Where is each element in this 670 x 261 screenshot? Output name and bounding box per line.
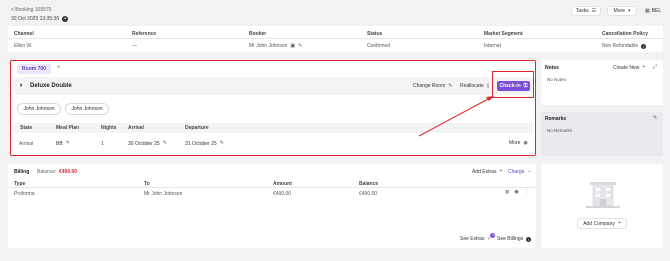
create-note-button[interactable]: Create New + (613, 64, 646, 72)
see-extras-label: See Extras (460, 236, 485, 242)
bill-amount-value: €490.00 (273, 191, 292, 197)
charge-button[interactable]: Charge ⌄ (508, 168, 532, 176)
bill-type-value: Proforma (14, 191, 35, 197)
info-icon: i (526, 236, 532, 242)
plus-icon: + (642, 64, 646, 70)
globe-icon[interactable]: ◍ (505, 190, 509, 195)
plus-icon: + (499, 168, 503, 174)
charge-label: Charge (508, 169, 525, 175)
add-company-button[interactable]: Add Company + (577, 218, 627, 229)
bill-balance-value: €490.00 (359, 191, 378, 197)
billing-panel: Billing Balance: €490.00 Add Extras + Ch… (8, 164, 536, 248)
edit-icon[interactable]: ✎ (653, 116, 657, 121)
chevron-down-icon: ⌄ (527, 168, 532, 174)
extras-count-badge: 0 (490, 232, 496, 238)
company-panel: Add Company + (541, 164, 663, 248)
see-billings-button[interactable]: See Billings i (497, 236, 532, 242)
balance-label: Balance: (37, 169, 57, 175)
company-illustration (586, 182, 620, 208)
add-company-label: Add Company (583, 220, 615, 227)
bill-row-actions: ◍ ◉ ⋮ (505, 190, 529, 195)
notes-panel: Notes Create New + ⤢ No Notes (541, 60, 663, 105)
create-new-label: Create New (613, 65, 640, 71)
bill-to-value: Mr John Johnson (144, 191, 183, 197)
add-extras-label: Add Extras (472, 169, 497, 175)
remarks-empty: No Remarks (547, 128, 573, 133)
plus-icon: + (617, 220, 621, 226)
see-billings-label: See Billings (497, 236, 524, 242)
eye-icon[interactable]: ◉ (514, 190, 518, 195)
filter-icon: ▿ 0 (487, 232, 496, 242)
remarks-title: Remarks (545, 116, 567, 122)
remarks-panel: Remarks ✎ No Remarks (541, 112, 663, 156)
expand-icon[interactable]: ⤢ (653, 65, 657, 70)
see-extras-button[interactable]: See Extras ▿ 0 (460, 232, 496, 242)
kebab-menu-icon[interactable]: ⋮ (524, 190, 529, 195)
billing-title: Billing (14, 169, 30, 175)
balance-value: €490.00 (59, 169, 78, 175)
notes-title: Notes (545, 65, 559, 71)
divider (8, 187, 536, 188)
notes-empty: No Notes (547, 77, 566, 82)
add-extras-button[interactable]: Add Extras + (472, 168, 503, 176)
